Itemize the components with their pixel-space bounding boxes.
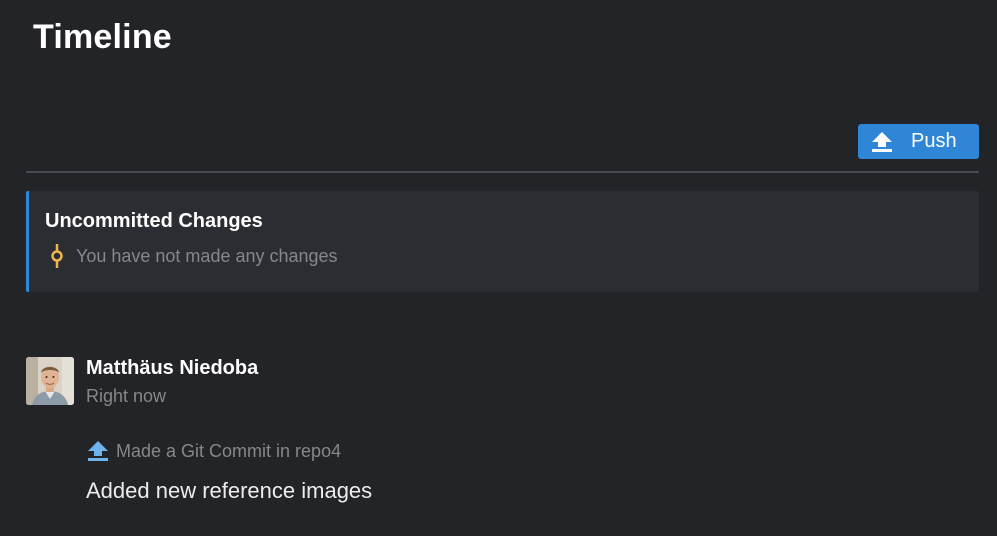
activity-row: Made a Git Commit in repo4 (86, 439, 341, 463)
uncommitted-status-text: You have not made any changes (76, 245, 338, 266)
uncommitted-status-row: You have not made any changes (50, 244, 338, 268)
commit-message: Added new reference images (86, 478, 373, 503)
activity-text: Made a Git Commit in repo4 (116, 440, 342, 461)
page-title: Timeline (33, 18, 172, 56)
uncommitted-changes-heading: Uncommitted Changes (45, 210, 263, 232)
avatar[interactable] (26, 357, 74, 405)
entry-timestamp: Right now (86, 386, 167, 406)
push-button-label: Push (911, 130, 957, 152)
timeline-entry: Matthäus Niedoba Right now Made a Git Co… (26, 357, 966, 527)
divider (26, 171, 979, 173)
uncommitted-changes-card: Uncommitted Changes You have not made an… (26, 191, 979, 292)
git-commit-icon (50, 244, 64, 268)
author-name[interactable]: Matthäus Niedoba (86, 357, 258, 380)
timeline-page: Timeline Push Uncommitted Changes You ha… (0, 0, 997, 536)
upload-icon (870, 130, 894, 154)
push-button[interactable]: Push (858, 124, 979, 159)
upload-icon (86, 439, 110, 463)
